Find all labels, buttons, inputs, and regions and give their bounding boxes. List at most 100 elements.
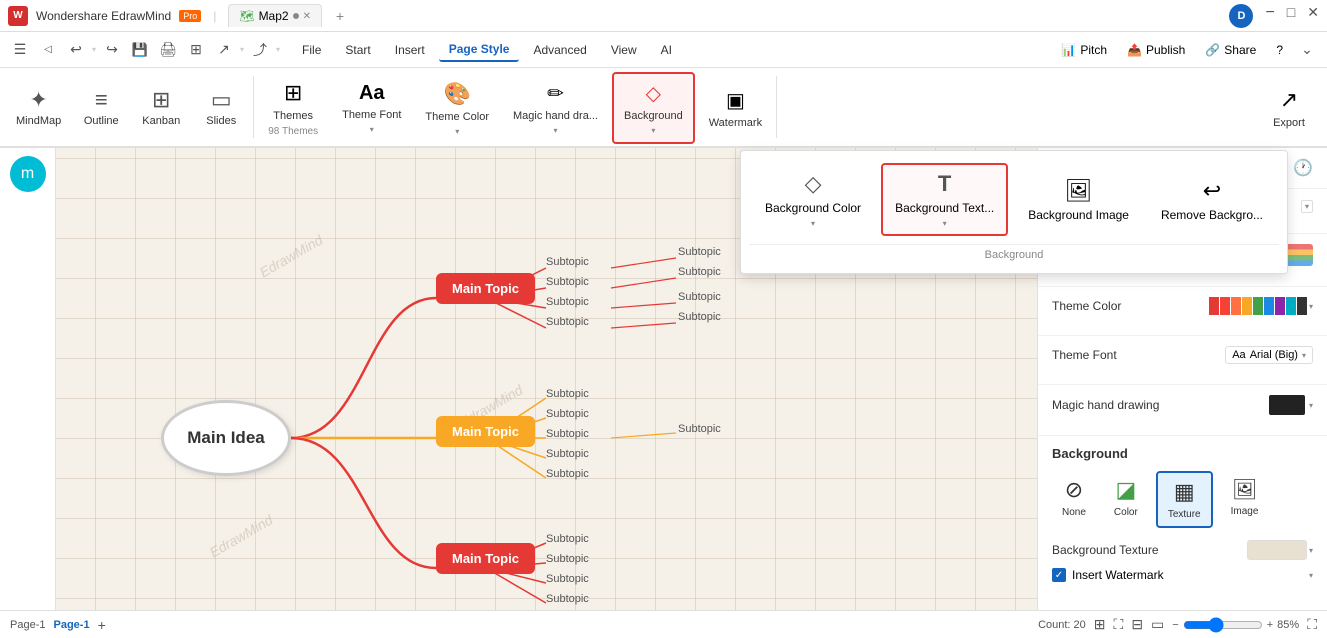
menu-file[interactable]: File: [292, 39, 331, 61]
slides-view-button[interactable]: ▭ Slides: [193, 72, 249, 142]
tc-swatch-4[interactable]: [1242, 297, 1252, 315]
mindmap-view-button[interactable]: ✦ MindMap: [8, 72, 69, 142]
tc-swatch-8[interactable]: [1286, 297, 1296, 315]
export-button[interactable]: ↗ Export: [1259, 72, 1319, 144]
watermark-button[interactable]: ▣ Watermark: [699, 72, 772, 144]
export-quick-icon[interactable]: ↗: [212, 38, 236, 62]
present-icon[interactable]: ▭: [1151, 616, 1164, 633]
tc-swatch-6[interactable]: [1264, 297, 1274, 315]
bg-none-button[interactable]: ⊘ None: [1052, 471, 1096, 528]
subtopic-b2[interactable]: Subtopic: [546, 553, 589, 565]
subtopic-t3[interactable]: Subtopic: [546, 296, 589, 308]
subtopic-tr2[interactable]: Subtopic: [678, 266, 721, 278]
bg-color-button[interactable]: ◇ Background Color ▾: [753, 165, 873, 234]
tc-swatch-3[interactable]: [1231, 297, 1241, 315]
theme-font-select[interactable]: Aa Arial (Big) ▾: [1225, 346, 1313, 364]
texture-arrow-icon[interactable]: ▾: [1309, 546, 1313, 555]
background-button[interactable]: ◇ Background ▾: [612, 72, 695, 144]
fullscreen-icon[interactable]: ⛶: [1114, 616, 1124, 633]
bg-color-panel-button[interactable]: ◪ Color: [1104, 471, 1148, 528]
minimize-icon[interactable]: −: [1265, 4, 1274, 28]
tc-swatch-1[interactable]: [1209, 297, 1219, 315]
kanban-view-button[interactable]: ⊞ Kanban: [133, 72, 189, 142]
print-icon[interactable]: 🖨: [156, 38, 180, 62]
subtopic-m5[interactable]: Subtopic: [546, 468, 589, 480]
redo-icon[interactable]: ↪: [100, 38, 124, 62]
add-page-icon[interactable]: +: [98, 617, 106, 633]
watermark-dropdown-arrow-icon[interactable]: ▾: [1309, 571, 1313, 580]
add-tab-button[interactable]: +: [330, 6, 350, 26]
subtopic-m3[interactable]: Subtopic: [546, 428, 589, 440]
tc-swatch-9[interactable]: [1297, 297, 1307, 315]
main-idea-node[interactable]: Main Idea: [161, 400, 291, 476]
main-topic-3[interactable]: Main Topic: [436, 543, 535, 574]
menu-advanced[interactable]: Advanced: [523, 39, 596, 61]
expand-icon[interactable]: ⌄: [1295, 38, 1319, 62]
pitch-button[interactable]: 📊 Pitch: [1053, 39, 1115, 61]
export-arrow-icon: ▾: [240, 45, 244, 54]
tc-swatch-2[interactable]: [1220, 297, 1230, 315]
subtopic-b1[interactable]: Subtopic: [546, 533, 589, 545]
grid-icon[interactable]: ⊟: [1131, 616, 1143, 633]
brand-circle[interactable]: m: [10, 156, 46, 192]
subtopic-t2[interactable]: Subtopic: [546, 276, 589, 288]
menu-start[interactable]: Start: [335, 39, 380, 61]
bg-text-button[interactable]: T Background Text... ▾: [881, 163, 1008, 236]
bg-image-panel-button[interactable]: 🖼 Image: [1221, 471, 1269, 528]
tc-swatch-5[interactable]: [1253, 297, 1263, 315]
restore-icon[interactable]: □: [1287, 4, 1295, 28]
subtopic-m1[interactable]: Subtopic: [546, 388, 589, 400]
menu-ai[interactable]: AI: [651, 39, 682, 61]
theme-dropdown-arrow-icon[interactable]: ▾: [1301, 200, 1313, 213]
subtopic-t1[interactable]: Subtopic: [546, 256, 589, 268]
watermark-checkbox[interactable]: ✓: [1052, 568, 1066, 582]
subtopic-b4[interactable]: Subtopic: [546, 593, 589, 605]
subtopic-tr1[interactable]: Subtopic: [678, 246, 721, 258]
help-button[interactable]: ?: [1268, 39, 1291, 61]
theme-color-arrow-icon-2[interactable]: ▾: [1309, 302, 1313, 311]
remove-bg-button[interactable]: ↩ Remove Backgro...: [1149, 172, 1275, 228]
bg-texture-button[interactable]: ▦ Texture: [1156, 471, 1213, 528]
close-icon[interactable]: ✕: [1307, 4, 1319, 28]
fit-icon[interactable]: ⊞: [1094, 616, 1106, 633]
subtopic-tr3[interactable]: Subtopic: [678, 291, 721, 303]
menu-view[interactable]: View: [601, 39, 647, 61]
theme-color-button[interactable]: 🎨 Theme Color ▾: [415, 72, 499, 144]
zoom-out-icon[interactable]: −: [1172, 619, 1178, 631]
sidebar-toggle-icon[interactable]: ☰: [8, 38, 32, 62]
active-tab[interactable]: 🗺 Map2 ✕: [228, 4, 322, 27]
main-topic-1[interactable]: Main Topic: [436, 273, 535, 304]
undo-icon[interactable]: ↩: [64, 38, 88, 62]
subtopic-tr4[interactable]: Subtopic: [678, 311, 721, 323]
magic-hand-button[interactable]: ✏ Magic hand dra... ▾: [503, 72, 608, 144]
main-topic-2[interactable]: Main Topic: [436, 416, 535, 447]
tc-swatch-7[interactable]: [1275, 297, 1285, 315]
share-quick-icon[interactable]: ⤴: [248, 38, 272, 62]
zoom-slider[interactable]: [1183, 617, 1263, 633]
menu-insert[interactable]: Insert: [385, 39, 435, 61]
bg-image-button[interactable]: 🖼 Background Image: [1016, 172, 1141, 228]
menu-page-style[interactable]: Page Style: [439, 38, 520, 62]
branch-style-4[interactable]: [1285, 244, 1313, 266]
subtopic-t4[interactable]: Subtopic: [546, 316, 589, 328]
duplicate-icon[interactable]: ⊞: [184, 38, 208, 62]
theme-font-button[interactable]: Aa Theme Font ▾: [332, 72, 411, 144]
subtopic-m4[interactable]: Subtopic: [546, 448, 589, 460]
tab-close-icon[interactable]: ✕: [303, 11, 311, 22]
publish-button[interactable]: 📤 Publish: [1119, 39, 1193, 61]
themes-button[interactable]: ⊞ Themes 98 Themes: [258, 72, 328, 144]
zoom-in-icon[interactable]: +: [1267, 619, 1273, 631]
texture-swatch[interactable]: [1247, 540, 1307, 560]
outline-view-button[interactable]: ≡ Outline: [73, 72, 129, 142]
magic-hand-color-swatch[interactable]: [1269, 395, 1305, 415]
expand-view-icon[interactable]: ⛶: [1307, 616, 1317, 633]
save-icon[interactable]: 💾: [128, 38, 152, 62]
subtopic-m2[interactable]: Subtopic: [546, 408, 589, 420]
subtopic-mr1[interactable]: Subtopic: [678, 423, 721, 435]
page-tab[interactable]: Page-1: [53, 619, 89, 631]
magic-hand-arrow-icon[interactable]: ▾: [1309, 401, 1313, 410]
share-button[interactable]: 🔗 Share: [1197, 39, 1264, 61]
panel-clock-icon[interactable]: 🕐: [1289, 154, 1317, 182]
subtopic-b3[interactable]: Subtopic: [546, 573, 589, 585]
collapse-icon[interactable]: ◁: [36, 38, 60, 62]
